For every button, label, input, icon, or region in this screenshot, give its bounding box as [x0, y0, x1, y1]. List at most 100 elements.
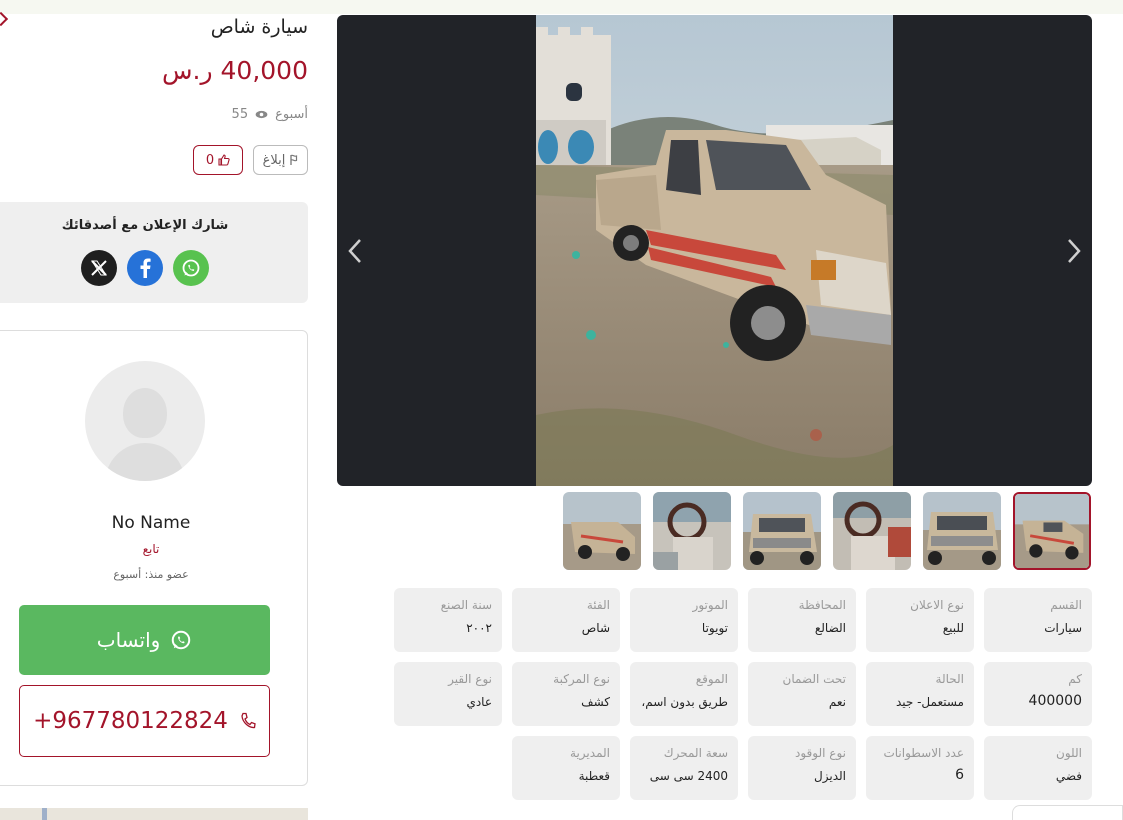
phone-number: +967780122824 [33, 708, 228, 734]
spec-label: القسم [1050, 598, 1082, 612]
listing-price: 40,000 ر.س [162, 56, 308, 85]
eye-icon [255, 110, 268, 119]
share-facebook-button[interactable] [127, 250, 163, 286]
avatar [85, 361, 205, 481]
thumbs-up-icon [218, 154, 230, 166]
listing-meta: أسبوع 55 [232, 107, 308, 122]
spec-value: عادي [466, 695, 492, 709]
spec-label: اللون [1056, 746, 1082, 760]
previous-image-arrow[interactable] [345, 237, 365, 265]
report-button[interactable]: إبلاغ [253, 145, 308, 175]
spec-cell: عدد الاسطوانات 6 [866, 736, 974, 800]
seller-member-since: عضو منذ: أسبوع [113, 568, 189, 581]
share-title: شارك الإعلان مع أصدقائك [61, 218, 229, 233]
listing-sidebar: سيارة شاص 40,000 ر.س أسبوع 55 إبلاغ 0 شا… [0, 11, 310, 820]
spec-cell: سعة المحرك 2400 سى سى [630, 736, 738, 800]
spec-label: المحافظة [798, 598, 846, 612]
seller-role: تابع [142, 542, 160, 556]
spec-value: فضي [1055, 769, 1082, 783]
spec-cell: القسم سيارات [984, 588, 1092, 652]
spec-cell: نوع الوقود الديزل [748, 736, 856, 800]
thumbnail[interactable] [563, 492, 641, 570]
thumbnail-active[interactable] [1013, 492, 1091, 570]
spec-cell: تحت الضمان نعم [748, 662, 856, 726]
spec-label: سعة المحرك [663, 746, 728, 760]
x-logo-icon [91, 260, 107, 276]
posted-time: أسبوع [275, 107, 308, 122]
spec-value: طريق بدون اسم، [641, 695, 728, 709]
bottom-corner-panel [1012, 805, 1123, 820]
action-buttons: إبلاغ 0 [193, 145, 308, 175]
whatsapp-contact-button[interactable]: واتساب [19, 605, 270, 675]
spec-label: نوع المركبة [553, 672, 610, 686]
spec-label: الموتور [692, 598, 728, 612]
spec-label: كم [1068, 672, 1082, 686]
spec-value: مستعمل- جيد [895, 695, 964, 709]
whatsapp-icon [172, 630, 191, 650]
main-photo[interactable] [536, 15, 893, 486]
views-count: 55 [231, 107, 249, 122]
spec-value: 2400 سى سى [649, 769, 728, 783]
spec-value: سيارات [1044, 621, 1082, 635]
spec-label: نوع القير [448, 672, 492, 686]
next-image-arrow[interactable] [1064, 237, 1084, 265]
thumbnail[interactable] [833, 492, 911, 570]
facebook-icon [140, 258, 151, 278]
spec-label: سنة الصنع [440, 598, 492, 612]
thumbnail[interactable] [653, 492, 731, 570]
like-count: 0 [205, 152, 215, 168]
spec-cell: نوع المركبة كشف [512, 662, 620, 726]
phone-contact-button[interactable]: +967780122824 [19, 685, 270, 757]
image-gallery [337, 15, 1092, 486]
spec-value: الديزل [814, 769, 846, 783]
whatsapp-label: واتساب [96, 628, 161, 652]
flag-icon [290, 154, 298, 165]
report-label: إبلاغ [262, 152, 286, 168]
spec-label: الفئة [586, 598, 610, 612]
whatsapp-icon [182, 259, 200, 277]
phone-icon [241, 712, 256, 729]
thumbnail[interactable] [923, 492, 1001, 570]
share-whatsapp-button[interactable] [173, 250, 209, 286]
seller-card: No Name تابع عضو منذ: أسبوع واتساب +9677… [0, 330, 308, 786]
spec-value: نعم [828, 695, 846, 709]
seller-name: No Name [111, 513, 191, 533]
spec-cell: الموتور تويوتا [630, 588, 738, 652]
spec-value: ٢٠٠٢ [466, 621, 492, 635]
thumbnail-strip [563, 492, 1091, 570]
spec-value: تويوتا [701, 621, 728, 635]
spec-cell: الموقع طريق بدون اسم، [630, 662, 738, 726]
spec-value: 400000 [1028, 693, 1082, 709]
spec-label: الحالة [935, 672, 964, 686]
share-icons [81, 250, 209, 286]
spec-cell: المحافظة الضالع [748, 588, 856, 652]
listing-title: سيارة شاص [210, 16, 308, 38]
spec-value: قعطبة [578, 769, 610, 783]
spec-cell: الفئة شاص [512, 588, 620, 652]
spec-label: تحت الضمان [782, 672, 847, 686]
share-x-button[interactable] [81, 250, 117, 286]
back-chevron-icon[interactable] [0, 11, 9, 27]
spec-value: الضالع [814, 621, 846, 635]
spec-cell: نوع الاعلان للبيع [866, 588, 974, 652]
spec-cell: اللون فضي [984, 736, 1092, 800]
spec-label: عدد الاسطوانات [883, 746, 964, 760]
thumbnail[interactable] [743, 492, 821, 570]
spec-value: شاص [581, 621, 610, 635]
spec-cell: المديرية قعطبة [512, 736, 620, 800]
spec-label: نوع الوقود [795, 746, 846, 760]
spec-value: للبيع [942, 621, 964, 635]
spec-value: كشف [581, 695, 610, 709]
map-preview[interactable] [0, 808, 308, 820]
like-button[interactable]: 0 [193, 145, 243, 175]
spec-cell: الحالة مستعمل- جيد [866, 662, 974, 726]
truck-photo [536, 15, 893, 486]
spec-cell: سنة الصنع ٢٠٠٢ [394, 588, 502, 652]
spec-label: المديرية [570, 746, 610, 760]
spec-label: نوع الاعلان [910, 598, 964, 612]
spec-value: 6 [955, 767, 964, 783]
spec-cell: كم 400000 [984, 662, 1092, 726]
top-strip [0, 0, 1123, 14]
spec-cell: نوع القير عادي [394, 662, 502, 726]
share-panel: شارك الإعلان مع أصدقائك [0, 202, 308, 303]
